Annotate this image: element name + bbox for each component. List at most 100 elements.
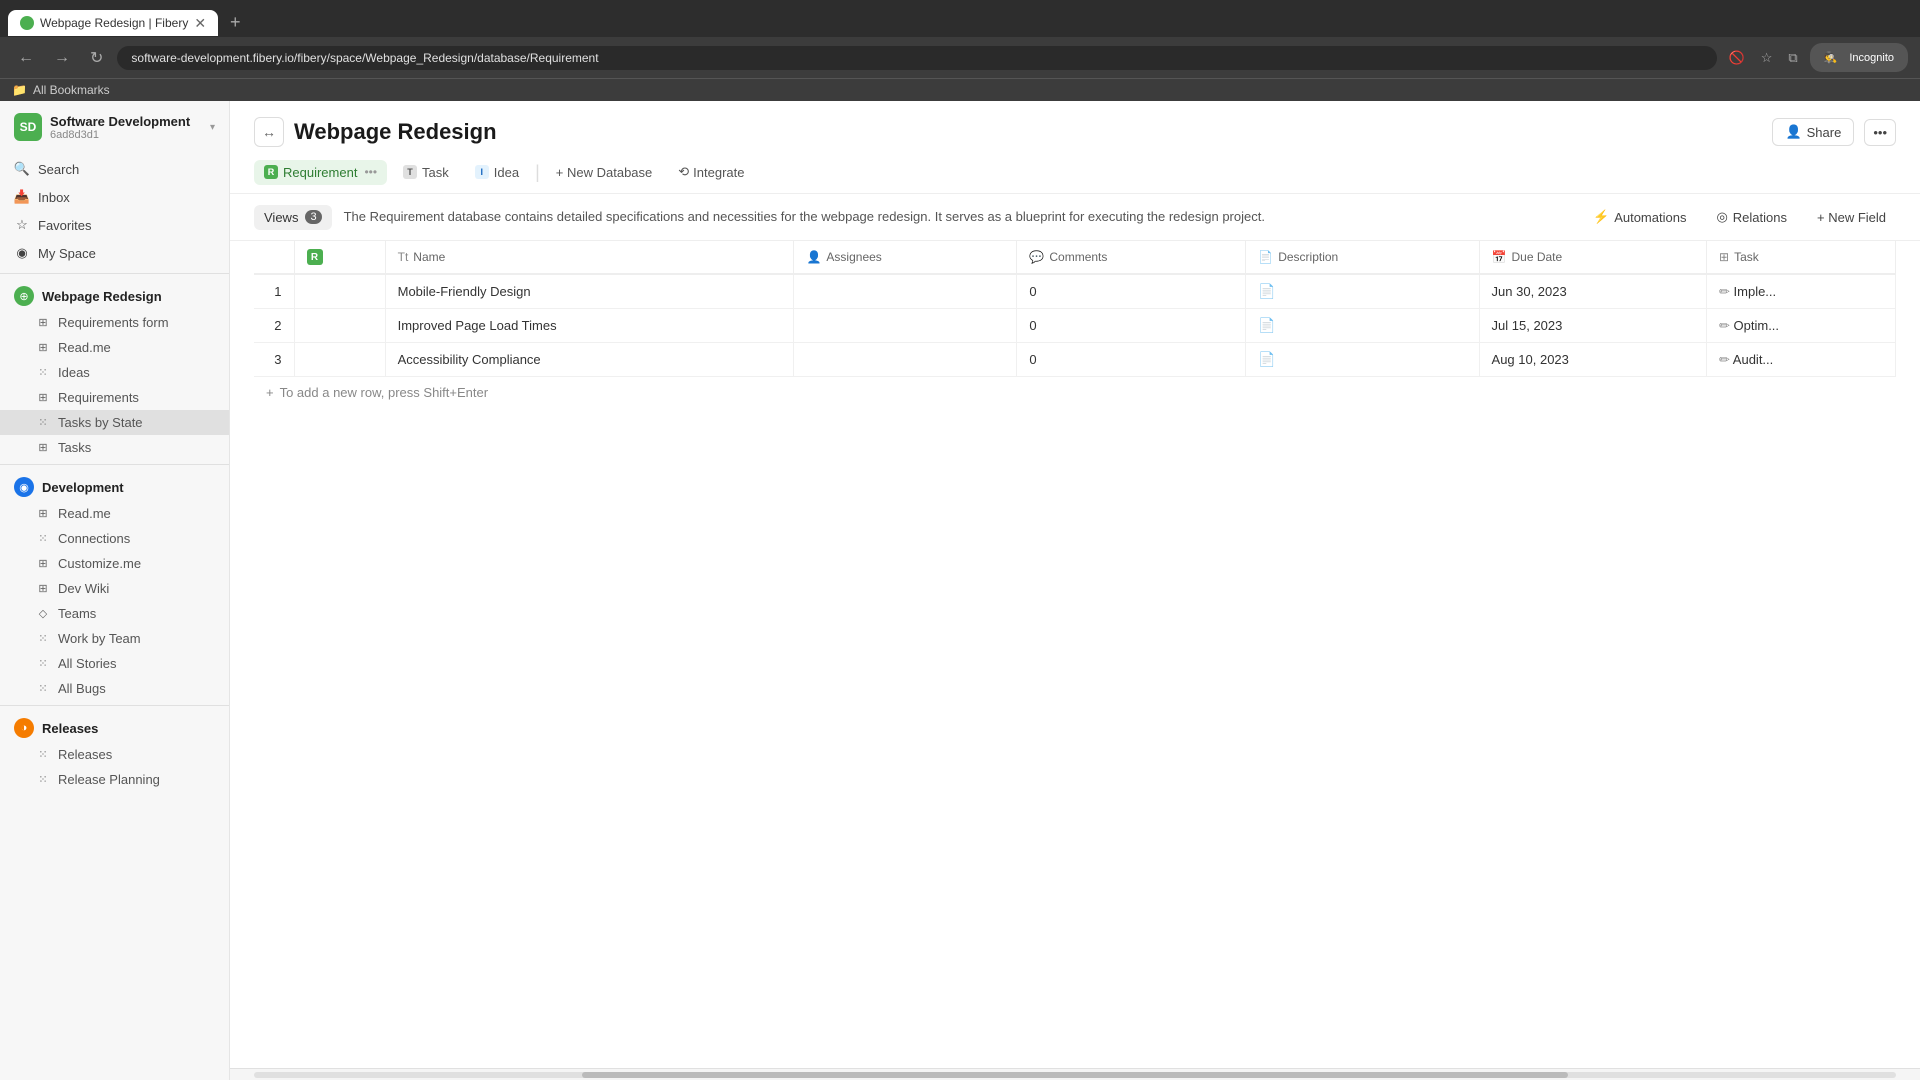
new-field-button[interactable]: + New Field	[1807, 205, 1896, 230]
workspace-header[interactable]: SD Software Development 6ad8d3d1 ▾	[0, 101, 229, 153]
col-task-label: Task	[1734, 250, 1759, 264]
col-comments[interactable]: 💬 Comments	[1017, 241, 1246, 274]
row-2-description[interactable]: 📄	[1246, 309, 1479, 343]
split-view-icon[interactable]: ⧉	[1784, 46, 1801, 70]
data-table: R Tt Name 👤 Assi	[254, 241, 1896, 377]
row-3-description[interactable]: 📄	[1246, 343, 1479, 377]
back-button[interactable]: ←	[12, 47, 40, 69]
col-assignees-label: Assignees	[826, 250, 881, 264]
bookmarks-label[interactable]: All Bookmarks	[33, 83, 110, 97]
sidebar-item-requirements-form[interactable]: ⊞ Requirements form	[0, 310, 229, 335]
sidebar-item-dev-wiki[interactable]: ⊞ Dev Wiki	[0, 576, 229, 601]
scrollbar-thumb[interactable]	[582, 1072, 1567, 1078]
share-button[interactable]: 👤 Share	[1772, 118, 1854, 146]
sidebar-item-tasks[interactable]: ⊞ Tasks	[0, 435, 229, 460]
incognito-label: Incognito	[1845, 48, 1898, 68]
header-actions: 👤 Share •••	[1772, 118, 1896, 146]
reload-button[interactable]: ↻	[84, 46, 109, 70]
tab-requirement[interactable]: R Requirement •••	[254, 160, 387, 185]
sidebar-item-dev-readme[interactable]: ⊞ Read.me	[0, 501, 229, 526]
row-1-task[interactable]: ✏ Imple...	[1707, 274, 1896, 309]
row-3-comments: 0	[1017, 343, 1246, 377]
connections-label: Connections	[58, 531, 130, 546]
sidebar-item-requirements[interactable]: ⊞ Requirements	[0, 385, 229, 410]
forward-button[interactable]: →	[48, 47, 76, 69]
sidebar-group-webpage-redesign[interactable]: ⊕ Webpage Redesign	[0, 278, 229, 310]
sidebar-item-search[interactable]: 🔍 Search	[0, 155, 229, 183]
sidebar-item-connections[interactable]: ⁙ Connections	[0, 526, 229, 551]
group-icon-webpage: ⊕	[14, 286, 34, 306]
table-row[interactable]: 2 Improved Page Load Times 0 📄 Jul 15, 2…	[254, 309, 1896, 343]
row-2-assignees[interactable]	[794, 309, 1017, 343]
new-field-label: + New Field	[1817, 210, 1886, 225]
bookmarks-icon: 📁	[12, 83, 27, 97]
sidebar-item-work-by-team[interactable]: ⁙ Work by Team	[0, 626, 229, 651]
sidebar-item-teams[interactable]: ◇ Teams	[0, 601, 229, 626]
sidebar-item-tasks-by-state[interactable]: ⁙ Tasks by State	[0, 410, 229, 435]
sidebar-group-development[interactable]: ◉ Development	[0, 469, 229, 501]
sidebar-item-ideas[interactable]: ⁙ Ideas	[0, 360, 229, 385]
list-icon: ⊞	[36, 391, 50, 405]
sidebar-group-releases[interactable]: ◑ Releases	[0, 710, 229, 742]
page-icon-button[interactable]: ↔	[254, 117, 284, 147]
row-3-assignees[interactable]	[794, 343, 1017, 377]
row-1-description[interactable]: 📄	[1246, 274, 1479, 309]
tab-close-button[interactable]: ✕	[194, 16, 206, 30]
requirement-tab-more[interactable]: •••	[364, 165, 377, 179]
table-body: 1 Mobile-Friendly Design 0 📄 Jun 30, 202…	[254, 274, 1896, 377]
group-icon-dev: ◉	[14, 477, 34, 497]
relations-button[interactable]: ◎ Relations	[1706, 204, 1797, 230]
sidebar-item-inbox[interactable]: 📥 Inbox	[0, 183, 229, 211]
workspace-icon: SD	[14, 113, 42, 141]
task-tab-label: Task	[422, 165, 449, 180]
integrate-button[interactable]: ⟲ Integrate	[668, 159, 754, 185]
sidebar-item-releases[interactable]: ⁙ Releases	[0, 742, 229, 767]
sidebar-item-customize[interactable]: ⊞ Customize.me	[0, 551, 229, 576]
col-task[interactable]: ⊞ Task	[1707, 241, 1896, 274]
tab-idea[interactable]: I Idea	[465, 160, 529, 185]
requirements-label: Requirements	[58, 390, 139, 405]
camera-off-icon[interactable]: 🚫	[1725, 46, 1749, 70]
col-due-date[interactable]: 📅 Due Date	[1479, 241, 1706, 274]
sidebar-item-favorites[interactable]: ☆ Favorites	[0, 211, 229, 239]
address-bar[interactable]	[117, 46, 1716, 70]
bookmark-icon[interactable]: ☆	[1757, 46, 1777, 70]
content-area: Views 3 The Requirement database contain…	[230, 194, 1920, 1080]
row-2-name[interactable]: Improved Page Load Times	[385, 309, 794, 343]
add-row-icon: +	[266, 385, 274, 400]
col-comments-label: Comments	[1049, 250, 1107, 264]
sidebar-item-release-planning[interactable]: ⁙ Release Planning	[0, 767, 229, 792]
col-name[interactable]: Tt Name	[385, 241, 794, 274]
task-tab-dot: T	[403, 165, 417, 179]
sidebar-item-readme[interactable]: ⊞ Read.me	[0, 335, 229, 360]
col-assignees[interactable]: 👤 Assignees	[794, 241, 1017, 274]
horizontal-scrollbar[interactable]	[230, 1068, 1920, 1080]
new-database-button[interactable]: + New Database	[546, 160, 662, 185]
browser-tab[interactable]: Webpage Redesign | Fibery ✕	[8, 10, 218, 36]
idea-tab-dot: I	[475, 165, 489, 179]
sidebar-item-my-space[interactable]: ◉ My Space	[0, 239, 229, 267]
views-button[interactable]: Views 3	[254, 205, 332, 230]
customize-label: Customize.me	[58, 556, 141, 571]
row-2-task[interactable]: ✏ Optim...	[1707, 309, 1896, 343]
add-row-button[interactable]: + To add a new row, press Shift+Enter	[254, 377, 1896, 408]
teams-label: Teams	[58, 606, 96, 621]
add-row-placeholder: To add a new row, press Shift+Enter	[280, 385, 488, 400]
tab-task[interactable]: T Task	[393, 160, 459, 185]
sidebar-item-all-bugs[interactable]: ⁙ All Bugs	[0, 676, 229, 701]
automations-button[interactable]: ⚡ Automations	[1583, 204, 1696, 230]
group-icon-releases: ◑	[14, 718, 34, 738]
row-num-2: 2	[254, 309, 294, 343]
table-row[interactable]: 3 Accessibility Compliance 0 📄 Aug 10, 2…	[254, 343, 1896, 377]
table-row[interactable]: 1 Mobile-Friendly Design 0 📄 Jun 30, 202…	[254, 274, 1896, 309]
row-3-name[interactable]: Accessibility Compliance	[385, 343, 794, 377]
row-3-task[interactable]: ✏ Audit...	[1707, 343, 1896, 377]
incognito-button[interactable]: 🕵 Incognito	[1810, 43, 1908, 72]
more-button[interactable]: •••	[1864, 119, 1896, 146]
col-name-label: Name	[413, 250, 445, 264]
sidebar-item-all-stories[interactable]: ⁙ All Stories	[0, 651, 229, 676]
row-1-name[interactable]: Mobile-Friendly Design	[385, 274, 794, 309]
new-tab-button[interactable]: +	[222, 8, 249, 37]
row-1-assignees[interactable]	[794, 274, 1017, 309]
col-description[interactable]: 📄 Description	[1246, 241, 1479, 274]
